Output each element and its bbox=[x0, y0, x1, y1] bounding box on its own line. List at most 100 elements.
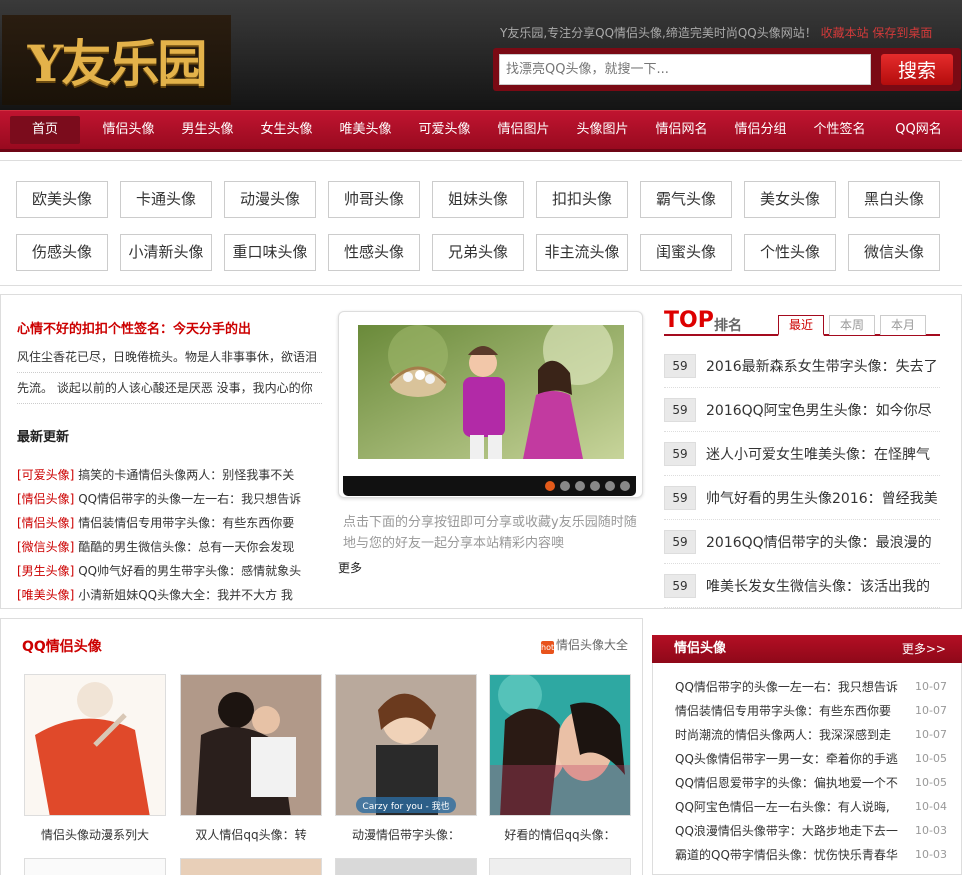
category-tag[interactable]: 兄弟头像 bbox=[432, 234, 524, 271]
tab-week[interactable]: 本周 bbox=[829, 315, 875, 335]
list-item[interactable]: QQ阿宝色情侣一左一右头像：有人说晦, 10-04 bbox=[675, 795, 947, 819]
tab-recent[interactable]: 最近 bbox=[778, 315, 824, 336]
category-tag[interactable]: 黑白头像 bbox=[848, 181, 940, 218]
category-tag[interactable]: 姐妹头像 bbox=[432, 181, 524, 218]
list-item-category[interactable]: [情侣头像] bbox=[17, 492, 74, 506]
site-logo[interactable]: Y友乐园 bbox=[2, 15, 231, 105]
list-item-title[interactable]: 情侣装情侣专用带字头像：有些东西你要 bbox=[78, 516, 294, 530]
thumb-image[interactable]: Carzy for you - 我也 bbox=[335, 674, 477, 816]
list-item[interactable]: [情侣头像] 情侣装情侣专用带字头像：有些东西你要 bbox=[17, 511, 322, 535]
thumb-image[interactable] bbox=[489, 674, 631, 816]
list-item-title[interactable]: 小清新姐妹QQ头像大全：我并不大方 我 bbox=[78, 588, 293, 602]
category-tag[interactable]: 霸气头像 bbox=[640, 181, 732, 218]
nav-item[interactable]: 唯美头像 bbox=[326, 116, 405, 144]
save-desktop-link[interactable]: 保存到桌面 bbox=[872, 26, 932, 40]
category-tag[interactable]: 扣扣头像 bbox=[536, 181, 628, 218]
top-item[interactable]: 59 帅气好看的男生头像2016：曾经我美 bbox=[664, 476, 940, 520]
list-item[interactable]: [可爱头像] 搞笑的卡通情侣头像两人：别怪我事不关 bbox=[17, 463, 322, 487]
category-tag[interactable]: 帅哥头像 bbox=[328, 181, 420, 218]
list-item-title[interactable]: QQ情侣带字的头像一左一右：我只想告诉 bbox=[675, 675, 900, 699]
category-tag[interactable]: 闺蜜头像 bbox=[640, 234, 732, 271]
more-link[interactable]: 更多 bbox=[338, 559, 362, 576]
nav-item[interactable]: QQ网名 bbox=[879, 116, 958, 144]
top-item[interactable]: 59 2016QQ情侣带字的头像：最浪漫的 bbox=[664, 520, 940, 564]
thumb-caption[interactable]: 好看的情侣qq头像： bbox=[489, 826, 631, 843]
thumb-caption[interactable]: 情侣头像动漫系列大 bbox=[24, 826, 166, 843]
slider-dot[interactable] bbox=[620, 481, 630, 491]
list-item[interactable]: QQ头像情侣带字一男一女：牵着你的手逃 10-05 bbox=[675, 747, 947, 771]
nav-item[interactable]: 女生头像 bbox=[247, 116, 326, 144]
top-item-title[interactable]: 帅气好看的男生头像2016：曾经我美 bbox=[706, 488, 938, 508]
category-tag[interactable]: 性感头像 bbox=[328, 234, 420, 271]
slider-dot[interactable] bbox=[605, 481, 615, 491]
category-tag[interactable]: 伤感头像 bbox=[16, 234, 108, 271]
list-item[interactable]: 霸道的QQ带字情侣头像：忧伤快乐青春华 10-03 bbox=[675, 843, 947, 867]
top-item[interactable]: 59 2016QQ阿宝色男生头像：如今你尽 bbox=[664, 388, 940, 432]
signature-title[interactable]: 心情不好的扣扣个性签名：今天分手的出 bbox=[17, 318, 251, 337]
slider-dot[interactable] bbox=[575, 481, 585, 491]
list-item-title[interactable]: QQ浪漫情侣头像带字：大路步地走下去一 bbox=[675, 819, 900, 843]
thumb-caption[interactable]: 动漫情侣带字头像： bbox=[335, 826, 477, 843]
nav-item[interactable]: 情侣分组 bbox=[721, 116, 800, 144]
nav-item[interactable]: 情侣图片 bbox=[484, 116, 563, 144]
top-item-title[interactable]: 唯美长发女生微信头像：该活出我的 bbox=[706, 576, 930, 596]
list-item[interactable]: QQ浪漫情侣头像带字：大路步地走下去一 10-03 bbox=[675, 819, 947, 843]
list-item[interactable]: [唯美头像] 小清新姐妹QQ头像大全：我并不大方 我 bbox=[17, 583, 322, 607]
top-item-title[interactable]: 2016QQ情侣带字的头像：最浪漫的 bbox=[706, 532, 932, 552]
list-item-category[interactable]: [男生头像] bbox=[17, 564, 74, 578]
top-item[interactable]: 59 唯美长发女生微信头像：该活出我的 bbox=[664, 564, 940, 608]
category-tag[interactable]: 微信头像 bbox=[848, 234, 940, 271]
thumb-caption[interactable]: 双人情侣qq头像：转 bbox=[180, 826, 322, 843]
category-tag[interactable]: 小清新头像 bbox=[120, 234, 212, 271]
section-more-link[interactable]: hot 情侣头像大全 bbox=[541, 636, 628, 654]
list-item[interactable]: [情侣头像] QQ情侣带字的头像一左一右：我只想告诉 bbox=[17, 487, 322, 511]
category-tag[interactable]: 动漫头像 bbox=[224, 181, 316, 218]
list-item[interactable]: [男生头像] QQ帅气好看的男生带字头像：感情就象头 bbox=[17, 559, 322, 583]
list-item-title[interactable]: 时尚潮流的情侣头像两人：我深深感到走 bbox=[675, 723, 900, 747]
category-tag[interactable]: 美女头像 bbox=[744, 181, 836, 218]
side-more-link[interactable]: 更多>> bbox=[902, 635, 946, 663]
nav-item[interactable]: 情侣网名 bbox=[642, 116, 721, 144]
list-item[interactable]: 情侣装情侣专用带字头像：有些东西你要 10-07 bbox=[675, 699, 947, 723]
top-item-title[interactable]: 迷人小可爱女生唯美头像：在怪脾气 bbox=[706, 444, 930, 464]
top-item-title[interactable]: 2016最新森系女生带字头像：失去了 bbox=[706, 356, 938, 376]
tab-month[interactable]: 本月 bbox=[880, 315, 926, 335]
list-item-title[interactable]: QQ阿宝色情侣一左一右头像：有人说晦, bbox=[675, 795, 900, 819]
nav-item[interactable]: 头像图片 bbox=[563, 116, 642, 144]
slider-dot-active[interactable] bbox=[545, 481, 555, 491]
list-item-category[interactable]: [情侣头像] bbox=[17, 516, 74, 530]
list-item[interactable]: QQ情侣带字的头像一左一右：我只想告诉 10-07 bbox=[675, 675, 947, 699]
list-item-title[interactable]: 搞笑的卡通情侣头像两人：别怪我事不关 bbox=[78, 468, 294, 482]
list-item-title[interactable]: QQ头像情侣带字一男一女：牵着你的手逃 bbox=[675, 747, 900, 771]
slide-image[interactable] bbox=[358, 325, 624, 459]
thumb-image[interactable] bbox=[335, 858, 477, 875]
section-more-label[interactable]: 情侣头像大全 bbox=[556, 638, 628, 652]
nav-item[interactable]: 男生头像 bbox=[168, 116, 247, 144]
thumb-image[interactable] bbox=[180, 858, 322, 875]
category-tag[interactable]: 重口味头像 bbox=[224, 234, 316, 271]
top-item-title[interactable]: 2016QQ阿宝色男生头像：如今你尽 bbox=[706, 400, 932, 420]
list-item-title[interactable]: QQ情侣恩爱带字的头像：偏执地爱一个不 bbox=[675, 771, 900, 795]
list-item-title[interactable]: 情侣装情侣专用带字头像：有些东西你要 bbox=[675, 699, 900, 723]
search-button[interactable]: 搜索 bbox=[881, 54, 953, 85]
thumb-image[interactable] bbox=[489, 858, 631, 875]
list-item-category[interactable]: [可爱头像] bbox=[17, 468, 74, 482]
list-item-title[interactable]: QQ帅气好看的男生带字头像：感情就象头 bbox=[78, 564, 301, 578]
slider-dot[interactable] bbox=[590, 481, 600, 491]
category-tag[interactable]: 卡通头像 bbox=[120, 181, 212, 218]
top-item[interactable]: 59 迷人小可爱女生唯美头像：在怪脾气 bbox=[664, 432, 940, 476]
thumb-image[interactable] bbox=[180, 674, 322, 816]
list-item-title[interactable]: QQ情侣带字的头像一左一右：我只想告诉 bbox=[78, 492, 301, 506]
list-item-title[interactable]: 霸道的QQ带字情侣头像：忧伤快乐青春华 bbox=[675, 843, 900, 867]
list-item[interactable]: QQ情侣恩爱带字的头像：偏执地爱一个不 10-05 bbox=[675, 771, 947, 795]
top-item[interactable]: 59 2016最新森系女生带字头像：失去了 bbox=[664, 344, 940, 388]
nav-item[interactable]: 情侣头像 bbox=[89, 116, 168, 144]
list-item-title[interactable]: 酷酷的男生微信头像：总有一天你会发现 bbox=[78, 540, 294, 554]
slider-dot[interactable] bbox=[560, 481, 570, 491]
category-tag[interactable]: 欧美头像 bbox=[16, 181, 108, 218]
list-item-category[interactable]: [唯美头像] bbox=[17, 588, 74, 602]
category-tag[interactable]: 非主流头像 bbox=[536, 234, 628, 271]
thumb-image[interactable] bbox=[24, 674, 166, 816]
list-item[interactable]: 时尚潮流的情侣头像两人：我深深感到走 10-07 bbox=[675, 723, 947, 747]
nav-item-home[interactable]: 首页 bbox=[10, 116, 80, 144]
